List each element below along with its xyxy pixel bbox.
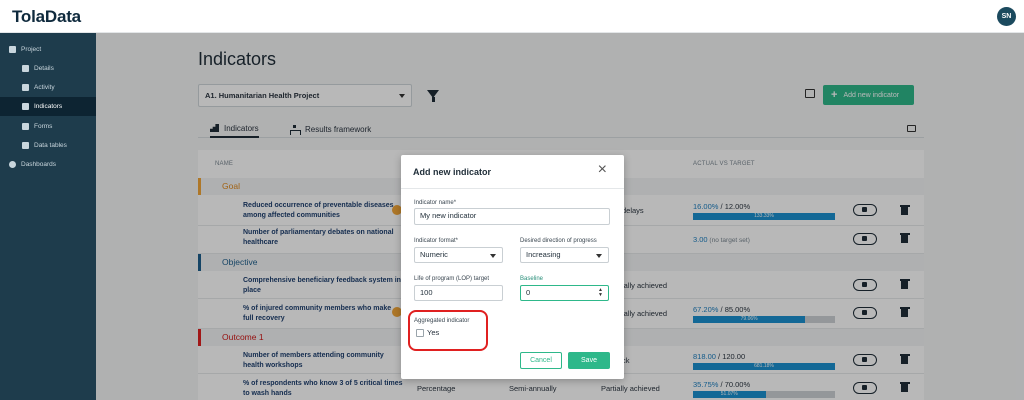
project-icon bbox=[9, 46, 16, 53]
sidebar-item-project[interactable]: Project bbox=[0, 40, 96, 59]
form-icon bbox=[22, 123, 29, 130]
sidebar-item-label: Activity bbox=[34, 84, 55, 91]
bar-chart-icon bbox=[22, 103, 29, 110]
sidebar-item-data-tables[interactable]: Data tables bbox=[0, 136, 96, 155]
top-bar: TolaData SN bbox=[0, 0, 1024, 33]
indicator-name-input[interactable]: My new indicator bbox=[414, 208, 610, 225]
direction-select[interactable]: Increasing bbox=[520, 247, 609, 263]
sidebar-item-label: Data tables bbox=[34, 142, 67, 149]
modal-title: Add new indicator bbox=[413, 167, 492, 177]
indicator-format-value: Numeric bbox=[420, 250, 448, 259]
save-button[interactable]: Save bbox=[568, 352, 610, 369]
lop-target-input[interactable]: 100 bbox=[414, 285, 503, 301]
list-icon bbox=[22, 84, 29, 91]
sidebar-item-indicators[interactable]: Indicators bbox=[0, 97, 96, 116]
number-stepper-icon[interactable]: ▲ ▼ bbox=[598, 288, 603, 298]
sidebar: Project Details Activity Indicators Form… bbox=[0, 33, 96, 400]
table-icon bbox=[22, 142, 29, 149]
sidebar-item-forms[interactable]: Forms bbox=[0, 117, 96, 136]
app-logo[interactable]: TolaData bbox=[12, 7, 81, 27]
lop-target-label: Life of program (LOP) target bbox=[414, 276, 490, 282]
baseline-label: Baseline bbox=[520, 276, 544, 282]
indicator-format-label: Indicator format* bbox=[414, 238, 459, 244]
modal-divider bbox=[401, 188, 624, 189]
clipboard-icon bbox=[22, 65, 29, 72]
sidebar-item-label: Dashboards bbox=[21, 161, 57, 168]
avatar[interactable]: SN bbox=[997, 7, 1016, 26]
sidebar-item-label: Details bbox=[34, 65, 54, 72]
direction-value: Increasing bbox=[526, 250, 561, 259]
cancel-button[interactable]: Cancel bbox=[520, 352, 562, 369]
chevron-down-icon bbox=[596, 254, 602, 258]
baseline-value: 0 bbox=[526, 288, 531, 297]
close-icon[interactable]: × bbox=[598, 162, 607, 178]
chevron-down-icon bbox=[490, 254, 496, 258]
sidebar-item-label: Indicators bbox=[34, 103, 63, 110]
sidebar-item-label: Forms bbox=[34, 123, 53, 130]
sidebar-item-label: Project bbox=[21, 46, 42, 53]
highlight-annotation bbox=[408, 310, 488, 351]
sidebar-item-activity[interactable]: Activity bbox=[0, 78, 96, 97]
baseline-input[interactable]: 0 ▲ ▼ bbox=[520, 285, 609, 301]
dashboard-icon bbox=[9, 161, 16, 168]
indicator-name-label: Indicator name* bbox=[414, 200, 457, 206]
sidebar-item-dashboards[interactable]: Dashboards bbox=[0, 155, 96, 174]
direction-label: Desired direction of progress bbox=[520, 238, 597, 244]
sidebar-item-details[interactable]: Details bbox=[0, 59, 96, 78]
indicator-format-select[interactable]: Numeric bbox=[414, 247, 503, 263]
